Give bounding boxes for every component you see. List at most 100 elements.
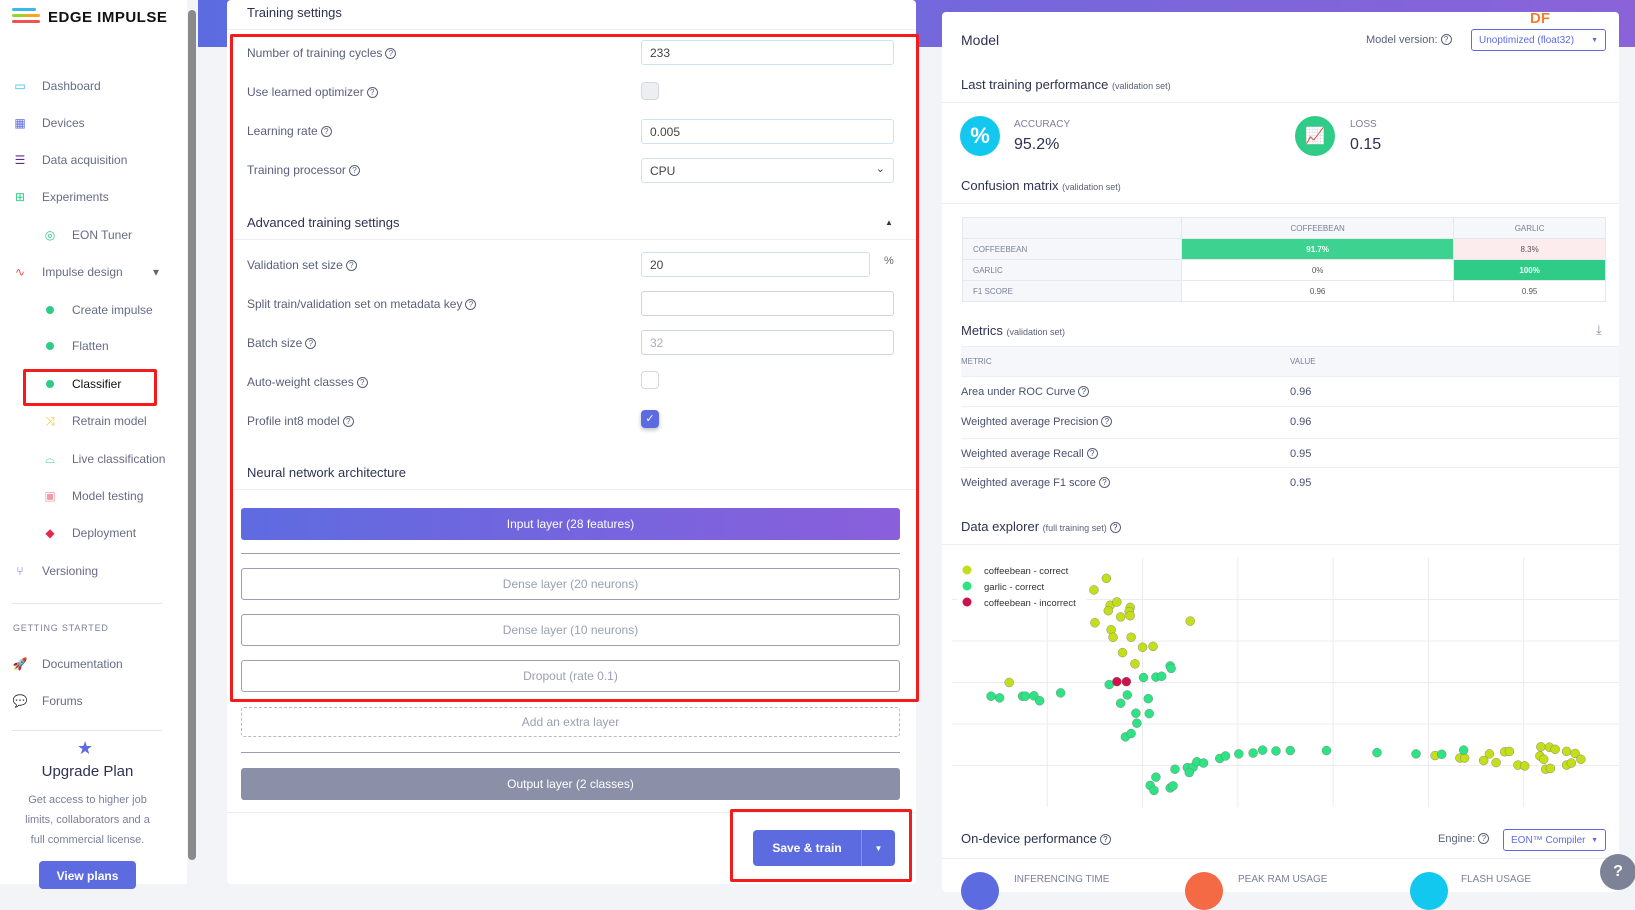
metric-value: 0.95 (1290, 447, 1312, 460)
clipboard-check-icon: ▣ (44, 489, 56, 503)
chevron-down-icon: ⌄ (875, 163, 885, 175)
legend-label: garlic - correct (984, 582, 1045, 593)
save-train-button[interactable]: Save & train ▼ (753, 830, 895, 866)
help-icon: ? (1098, 477, 1110, 488)
data-point (1248, 748, 1258, 758)
sidebar-divider (12, 603, 162, 604)
row-header: COFFEEBEAN (962, 238, 1182, 260)
batch-size-input[interactable]: 32 (641, 330, 894, 355)
dense-layer-20[interactable]: Dense layer (20 neurons) (241, 568, 900, 600)
metrics-row: Weighted average F1 score? 0.95 (961, 467, 1619, 497)
model-version-dropdown[interactable]: Unoptimized (float32) ▼ (1471, 29, 1606, 51)
sidebar-item-flatten[interactable]: Flatten (0, 331, 186, 361)
flash-icon (1410, 872, 1448, 910)
legend-label: coffeebean - correct (984, 566, 1069, 577)
add-layer-button[interactable]: Add an extra layer (241, 707, 900, 737)
data-point (1089, 585, 1099, 595)
data-point (986, 691, 996, 701)
learned-optimizer-label: Use learned optimizer? (247, 85, 378, 99)
data-point (1138, 672, 1149, 683)
learning-rate-input[interactable]: 0.005 (641, 119, 894, 144)
metric-name: Area under ROC Curve (961, 385, 1076, 398)
divider (241, 553, 900, 554)
dropout-layer[interactable]: Dropout (rate 0.1) (241, 660, 900, 692)
data-point (1561, 746, 1572, 757)
sidebar-item-live-classification[interactable]: ⌓ Live classification (0, 444, 186, 474)
data-explorer-title: Data explorer (full training set)? (961, 519, 1121, 534)
table-row: GARLIC 0% 100% (962, 259, 1606, 281)
sidebar-item-classifier[interactable]: Classifier (0, 369, 186, 399)
auto-weight-checkbox[interactable] (641, 371, 659, 389)
chevron-down-icon[interactable]: ▾ (153, 265, 159, 279)
dense-layer-10[interactable]: Dense layer (10 neurons) (241, 614, 900, 646)
data-point (1144, 708, 1154, 719)
sidebar-item-create-impulse[interactable]: Create impulse (0, 295, 186, 325)
data-point (1198, 758, 1209, 768)
sparkle-star-icon: ★ (77, 738, 94, 758)
help-icon: ? (348, 165, 360, 176)
dot-icon (42, 377, 58, 391)
edge-impulse-logo-icon[interactable] (12, 8, 40, 23)
data-point (1484, 749, 1495, 759)
sidebar-item-retrain-model[interactable]: ⤨ Retrain model (0, 406, 186, 436)
sidebar-item-label: Flatten (72, 339, 109, 353)
divider (227, 812, 916, 813)
sidebar-item-label: Devices (42, 116, 85, 130)
validation-size-input[interactable]: 20 (641, 252, 870, 277)
model-version-label: Model version:? (1366, 34, 1452, 46)
split-metadata-input[interactable] (641, 291, 894, 316)
sidebar-item-label: Documentation (42, 657, 123, 671)
sidebar-item-eon-tuner[interactable]: ◎ EON Tuner (0, 220, 186, 250)
data-point (1539, 754, 1549, 764)
download-icon[interactable]: ⤓ (1596, 322, 1602, 338)
flash-usage-label: FLASH USAGE (1461, 874, 1532, 885)
divider (942, 102, 1619, 103)
input-layer[interactable]: Input layer (28 features) (241, 508, 900, 540)
metric-name: Weighted average F1 score (961, 476, 1096, 489)
sidebar-item-label: Create impulse (72, 303, 153, 317)
sidebar-item-experiments[interactable]: ⊞ Experiments (0, 182, 186, 212)
save-train-dropdown-caret-icon[interactable]: ▼ (861, 830, 895, 866)
data-explorer-scatter[interactable]: coffeebean - correct garlic - correct coff… (942, 550, 1619, 815)
percent-icon: % (960, 116, 1000, 156)
sidebar-item-documentation[interactable]: 🚀 Documentation (0, 649, 186, 679)
caret-down-icon: ▼ (1591, 36, 1598, 44)
data-point (1126, 728, 1136, 739)
engine-dropdown[interactable]: EON™ Compiler ▼ (1503, 829, 1606, 851)
profile-int8-checkbox[interactable]: ✓ (641, 410, 659, 428)
metric-value: 0.96 (1290, 385, 1312, 398)
sidebar-item-impulse-design[interactable]: ∿ Impulse design ▾ (0, 257, 186, 287)
split-metadata-label: Split train/validation set on metadata k… (247, 297, 477, 311)
data-point (1101, 573, 1112, 584)
sidebar-item-devices[interactable]: ▦ Devices (0, 108, 186, 138)
sidebar-item-data-acquisition[interactable]: ☰ Data acquisition (0, 145, 186, 175)
help-chat-button[interactable]: ? (1600, 854, 1635, 890)
data-point (1519, 761, 1530, 771)
data-point (1271, 746, 1281, 756)
save-train-label[interactable]: Save & train (753, 830, 861, 866)
help-icon: ? (320, 126, 332, 137)
table-row: COFFEEBEAN 91.7% 8.3% (962, 238, 1606, 260)
sidebar-item-model-testing[interactable]: ▣ Model testing (0, 481, 186, 511)
data-point (1504, 746, 1515, 757)
data-point (1184, 767, 1194, 778)
sidebar-item-dashboard[interactable]: ▭ Dashboard (0, 71, 186, 101)
shuffle-icon: ⤨ (45, 413, 55, 428)
training-cycles-input[interactable]: 233 (641, 40, 894, 65)
view-plans-button[interactable]: View plans (39, 861, 136, 889)
sidebar-item-forums[interactable]: 💬 Forums (0, 686, 186, 716)
sidebar-scrollbar[interactable] (188, 10, 196, 860)
sidebar-item-versioning[interactable]: ⑂ Versioning (0, 556, 186, 586)
data-point (1115, 698, 1126, 708)
learned-optimizer-toggle[interactable] (641, 82, 659, 100)
data-point (1125, 610, 1135, 621)
brand-name[interactable]: EDGE IMPULSE (48, 9, 167, 26)
sidebar-item-deployment[interactable]: ◆ Deployment (0, 518, 186, 548)
training-processor-select[interactable]: CPU ⌄ (641, 158, 894, 183)
output-layer[interactable]: Output layer (2 classes) (241, 768, 900, 800)
learning-rate-label: Learning rate? (247, 124, 332, 138)
chip-icon: ▦ (14, 116, 26, 130)
database-icon: ☰ (14, 153, 26, 167)
sidebar-item-label: Model testing (72, 489, 144, 503)
collapse-caret-icon[interactable]: ▲ (885, 218, 893, 227)
